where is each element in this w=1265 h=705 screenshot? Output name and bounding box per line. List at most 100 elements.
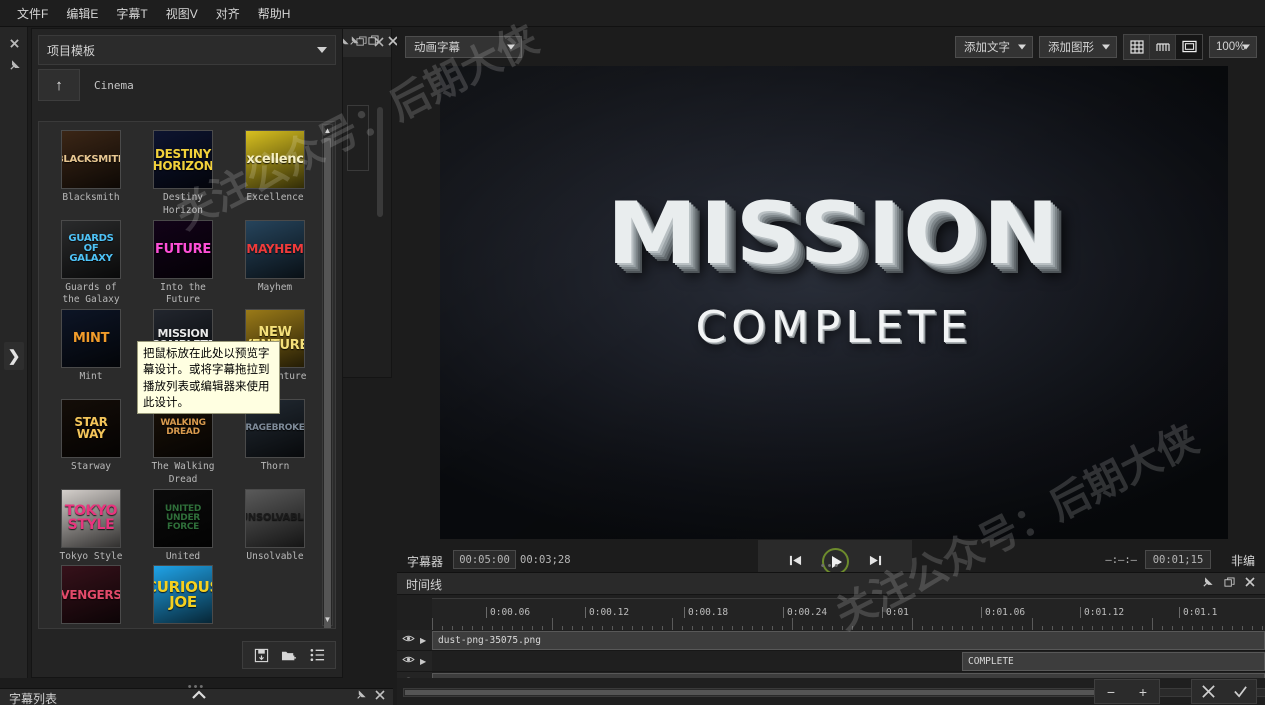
template-thumbnail[interactable]: Excellence xyxy=(245,130,305,189)
folder-add-icon[interactable] xyxy=(277,644,301,666)
timeline-footer: − + xyxy=(397,678,1265,705)
timeline-panel: 时间线 0:00.06 0:00.12 0:00.18 0:00.24 0:01 0:01… xyxy=(397,572,1265,705)
template-label: Blacksmith xyxy=(62,192,120,203)
add-shape-button[interactable]: 添加图形 xyxy=(1039,35,1117,58)
menu-edit[interactable]: 编辑E xyxy=(57,1,107,26)
template-thumbnail-art: MAYHEM xyxy=(246,242,304,257)
timeline-close-icon[interactable] xyxy=(1245,577,1255,590)
timeline-confirm-group xyxy=(1191,679,1257,704)
subtitle-window-controls xyxy=(356,690,385,703)
template-thumbnail[interactable]: UNITED UNDER FORCE xyxy=(153,488,213,548)
timeline-pin-icon[interactable] xyxy=(1202,577,1213,591)
safe-area-icon[interactable] xyxy=(1150,34,1176,59)
template-item[interactable]: MINT Mint xyxy=(45,309,137,397)
template-thumbnail-art: BLACKSMITH xyxy=(62,153,120,165)
timeline-restore-icon[interactable] xyxy=(1224,577,1235,591)
confirm-button[interactable] xyxy=(1224,680,1256,703)
template-label: Into the Future xyxy=(160,281,206,306)
subtitle-collapse-chevron-icon[interactable] xyxy=(190,689,208,704)
hscrollbar-thumb[interactable] xyxy=(405,690,1105,695)
template-thumbnail[interactable]: DESTINY HORIZON xyxy=(153,130,213,189)
expand-panel-button[interactable]: ❯ xyxy=(4,342,24,370)
template-item[interactable]: Excellence Excellence xyxy=(229,130,321,218)
timeline-ruler[interactable]: 0:00.06 0:00.12 0:00.18 0:00.24 0:01 0:01.06 0… xyxy=(432,598,1265,630)
scroll-down-arrow[interactable]: ▼ xyxy=(323,614,332,625)
template-thumbnail[interactable]: MAYHEM xyxy=(245,219,305,279)
template-thumbnail-art: CURIOUSJOE xyxy=(154,577,212,611)
eye-icon[interactable] xyxy=(402,634,415,646)
preview-title-line2: COMPLETE xyxy=(695,302,973,353)
template-thumbnail[interactable]: GUARDS OF GALAXY xyxy=(61,219,121,279)
template-thumbnail[interactable]: FUTURE xyxy=(153,219,213,279)
add-text-label: 添加文字 xyxy=(964,41,1010,54)
mode-select[interactable]: 动画字幕 xyxy=(405,35,522,58)
template-thumbnail[interactable]: UNSOLVABLE xyxy=(245,488,305,548)
template-item[interactable]: TOKYO STYLE Tokyo Style xyxy=(45,488,137,564)
preview-panel: 动画字幕 添加文字 添加图形 100% MISSION COMPLETE 字幕器… xyxy=(397,28,1265,583)
template-item[interactable]: GUARDS OF GALAXY Guards of the Galaxy xyxy=(45,219,137,308)
cancel-button[interactable] xyxy=(1192,680,1224,703)
template-thumbnail[interactable]: TOKYO STYLE xyxy=(61,488,121,548)
timeline-clip[interactable]: dust-png-35075.png xyxy=(432,631,1265,650)
track-gutter: ▶ xyxy=(397,630,432,650)
template-thumbnail[interactable]: STAR WAY xyxy=(61,398,121,458)
grid-icon[interactable] xyxy=(1124,34,1150,59)
ruler-label: 0:00.12 xyxy=(585,607,629,618)
pin-icon[interactable] xyxy=(0,54,28,76)
template-item[interactable]: BLACKSMITH Blacksmith xyxy=(45,130,137,218)
template-thumbnail-art: TOKYO STYLE xyxy=(64,503,118,533)
border-icon[interactable] xyxy=(1176,34,1202,59)
menu-align[interactable]: 对齐 xyxy=(207,1,249,26)
menu-view[interactable]: 视图V xyxy=(157,1,207,26)
chevron-right-icon[interactable]: ▶ xyxy=(420,657,426,666)
templates-scrollbar[interactable]: ▲ ▼ xyxy=(322,124,333,628)
template-thumbnail-art: RAGEBROKE xyxy=(245,422,305,433)
template-item[interactable]: MAYHEM Mayhem xyxy=(229,219,321,308)
templates-pin-icon[interactable] xyxy=(349,33,359,51)
template-item[interactable]: VENGERS Vengers xyxy=(45,565,137,628)
save-icon[interactable] xyxy=(249,644,273,666)
menu-file[interactable]: 文件F xyxy=(8,1,57,26)
zoom-select[interactable]: 100% xyxy=(1209,35,1257,58)
eye-icon[interactable] xyxy=(402,655,415,667)
scrollbar-thumb[interactable] xyxy=(324,138,331,628)
chevron-down-icon xyxy=(1102,44,1110,49)
navigate-up-button[interactable]: ↑ xyxy=(38,69,80,101)
list-icon[interactable] xyxy=(305,644,329,666)
menu-help[interactable]: 帮助H xyxy=(249,1,300,26)
template-thumbnail[interactable]: BLACKSMITH xyxy=(61,130,121,189)
background-library-panel xyxy=(340,28,392,378)
template-item[interactable]: UNSOLVABLE Unsolvable xyxy=(229,488,321,564)
ghost-scrollbar[interactable] xyxy=(377,107,383,217)
template-thumbnail[interactable]: CURIOUSJOE xyxy=(153,565,213,625)
left-rail: ❯ xyxy=(0,27,28,678)
video-preview-canvas[interactable]: MISSION COMPLETE xyxy=(440,66,1228,539)
add-text-button[interactable]: 添加文字 xyxy=(955,35,1033,58)
close-icon[interactable] xyxy=(0,32,28,54)
zoom-in-button[interactable]: + xyxy=(1127,680,1159,703)
subtitle-pin-icon[interactable] xyxy=(356,690,366,703)
ruler-tick xyxy=(1032,618,1033,630)
scroll-up-arrow[interactable]: ▲ xyxy=(323,125,332,136)
template-thumbnail[interactable]: MINT xyxy=(61,309,121,369)
template-item[interactable]: UNITED UNDER FORCE United xyxy=(137,488,229,564)
view-options-group xyxy=(1123,33,1203,60)
template-thumbnail[interactable]: VENGERS xyxy=(61,565,121,625)
panel-resize-handle-right[interactable]: ••• xyxy=(397,560,1265,572)
timeline-clip[interactable]: COMPLETE xyxy=(962,652,1265,671)
chevron-right-icon[interactable]: ▶ xyxy=(420,636,426,645)
template-item[interactable]: STAR WAY Starway xyxy=(45,398,137,487)
template-item[interactable]: FUTURE Into the Future xyxy=(137,219,229,308)
templates-panel-title: 项目模板 xyxy=(47,43,96,58)
template-thumbnail-art: Excellence xyxy=(246,152,304,167)
ruler-tick xyxy=(672,618,673,630)
ruler-tick xyxy=(912,618,913,630)
templates-restore-icon[interactable] xyxy=(368,33,379,51)
template-item[interactable]: DESTINY HORIZON Destiny Horizon xyxy=(137,130,229,218)
template-item[interactable]: CURIOUSJOE ZanyCartoon xyxy=(137,565,229,628)
templates-dropdown[interactable]: 项目模板 xyxy=(38,35,336,65)
menu-title[interactable]: 字幕T xyxy=(107,1,156,26)
subtitle-close-icon[interactable] xyxy=(375,690,385,703)
chevron-down-icon[interactable] xyxy=(317,47,327,53)
zoom-out-button[interactable]: − xyxy=(1095,680,1127,703)
